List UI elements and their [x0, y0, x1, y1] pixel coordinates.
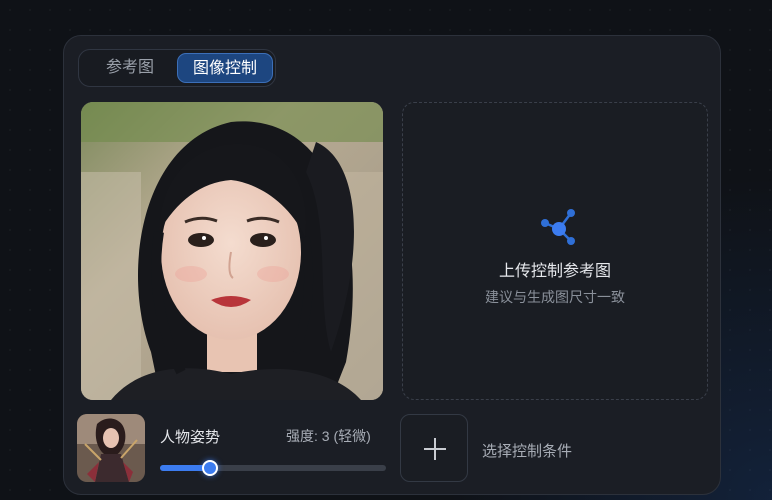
slider-thumb[interactable] [201, 460, 218, 476]
pose-thumbnail-image [77, 414, 145, 482]
image-control-panel: 参考图 图像控制 上传控制参考图 建议与生成图尺寸一致 人物姿势 强度: 3 (… [63, 35, 721, 495]
pose-thumbnail[interactable] [77, 414, 145, 482]
share-nodes-icon [541, 209, 575, 245]
upload-title: 上传控制参考图 [498, 263, 611, 280]
upload-control-image-dropzone[interactable]: 上传控制参考图 建议与生成图尺寸一致 [402, 102, 708, 400]
tab-image-control[interactable]: 图像控制 [177, 53, 273, 83]
add-control-condition-button[interactable] [400, 414, 468, 482]
plus-icon [424, 438, 446, 460]
pose-name: 人物姿势 [160, 429, 221, 446]
add-control-condition-label[interactable]: 选择控制条件 [482, 440, 572, 461]
strength-value: 强度: 3 (轻微) [286, 428, 371, 444]
strength-slider[interactable] [160, 460, 386, 476]
reference-photo[interactable] [81, 102, 383, 400]
tab-reference-image[interactable]: 参考图 [89, 53, 171, 83]
tab-bar: 参考图 图像控制 [78, 49, 276, 87]
upload-hint: 建议与生成图尺寸一致 [485, 289, 625, 305]
portrait-image [81, 102, 383, 400]
